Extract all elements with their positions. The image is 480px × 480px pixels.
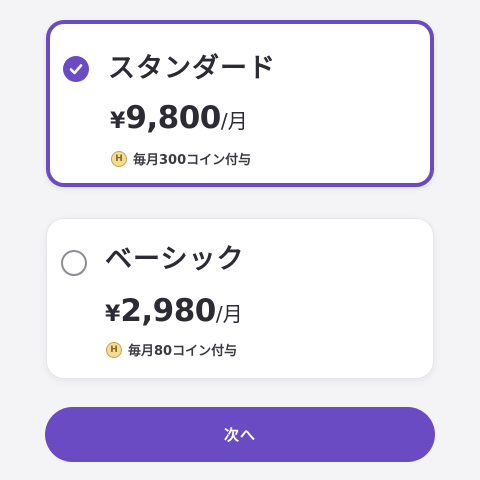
plan-selection-screen: スタンダード ¥9,800/月 H 毎月300コイン付与 ベーシック ¥2,98… — [0, 0, 480, 480]
price-currency: ¥ — [105, 302, 121, 327]
coin-icon: H — [111, 150, 127, 167]
price-currency: ¥ — [110, 109, 126, 134]
coin-info: H 毎月300コイン付与 — [111, 149, 251, 168]
price-amount: 9,800 — [125, 100, 221, 136]
radio-empty-icon[interactable] — [61, 250, 87, 276]
coin-icon: H — [106, 341, 122, 358]
plan-name: ベーシック — [105, 244, 245, 275]
coin-text: 毎月300コイン付与 — [133, 153, 252, 168]
price-amount: 2,980 — [120, 293, 216, 329]
plan-price: ¥9,800/月 — [110, 100, 248, 136]
price-unit: /月 — [215, 302, 243, 326]
price-unit: /月 — [220, 109, 248, 133]
check-circle-icon[interactable] — [63, 56, 89, 82]
next-button[interactable]: 次へ — [45, 407, 435, 462]
plan-name: スタンダード — [108, 53, 276, 84]
plan-price: ¥2,980/月 — [105, 293, 243, 329]
plan-card-standard[interactable]: スタンダード ¥9,800/月 H 毎月300コイン付与 — [46, 20, 434, 187]
coin-info: H 毎月80コイン付与 — [106, 340, 237, 359]
coin-text: 毎月80コイン付与 — [128, 344, 238, 359]
plan-card-basic[interactable]: ベーシック ¥2,980/月 H 毎月80コイン付与 — [46, 218, 434, 379]
